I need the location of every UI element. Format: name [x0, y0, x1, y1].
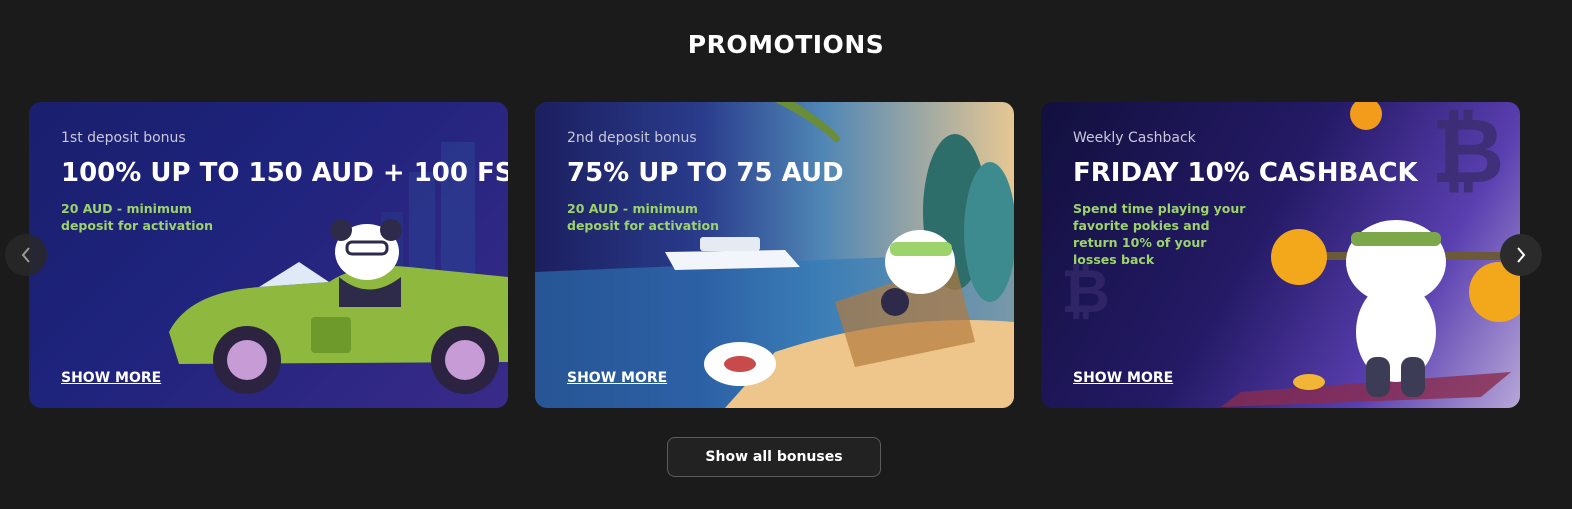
show-more-link[interactable]: SHOW MORE [61, 370, 161, 386]
promo-headline: 100% UP TO 150 AUD + 100 FS [61, 158, 508, 188]
promo-eyebrow: Weekly Cashback [1073, 130, 1196, 146]
chevron-left-icon [21, 247, 30, 263]
show-more-link[interactable]: SHOW MORE [1073, 370, 1173, 386]
show-all-bonuses-button[interactable]: Show all bonuses [667, 437, 881, 477]
promo-card-weekly-cashback[interactable]: ₿ ₿ Weekly Cashback FRIDAY 10% CASHBACK … [1041, 102, 1520, 408]
promo-eyebrow: 2nd deposit bonus [567, 130, 697, 146]
chevron-right-icon [1517, 247, 1526, 263]
show-more-link[interactable]: SHOW MORE [567, 370, 667, 386]
promo-headline: 75% UP TO 75 AUD [567, 158, 844, 188]
carousel-prev-button[interactable] [5, 234, 47, 276]
promo-card-second-deposit[interactable]: 2nd deposit bonus 75% UP TO 75 AUD 20 AU… [535, 102, 1014, 408]
promo-headline: FRIDAY 10% CASHBACK [1073, 158, 1418, 188]
promo-description: 20 AUD - minimum deposit for activation [61, 201, 213, 233]
promo-description: Spend time playing your favorite pokies … [1073, 201, 1246, 267]
section-title: PROMOTIONS [687, 30, 885, 59]
promo-card-first-deposit[interactable]: 1st deposit bonus 100% UP TO 150 AUD + 1… [29, 102, 508, 408]
promo-description: 20 AUD - minimum deposit for activation [567, 201, 719, 233]
promo-eyebrow: 1st deposit bonus [61, 130, 186, 146]
carousel-next-button[interactable] [1500, 234, 1542, 276]
